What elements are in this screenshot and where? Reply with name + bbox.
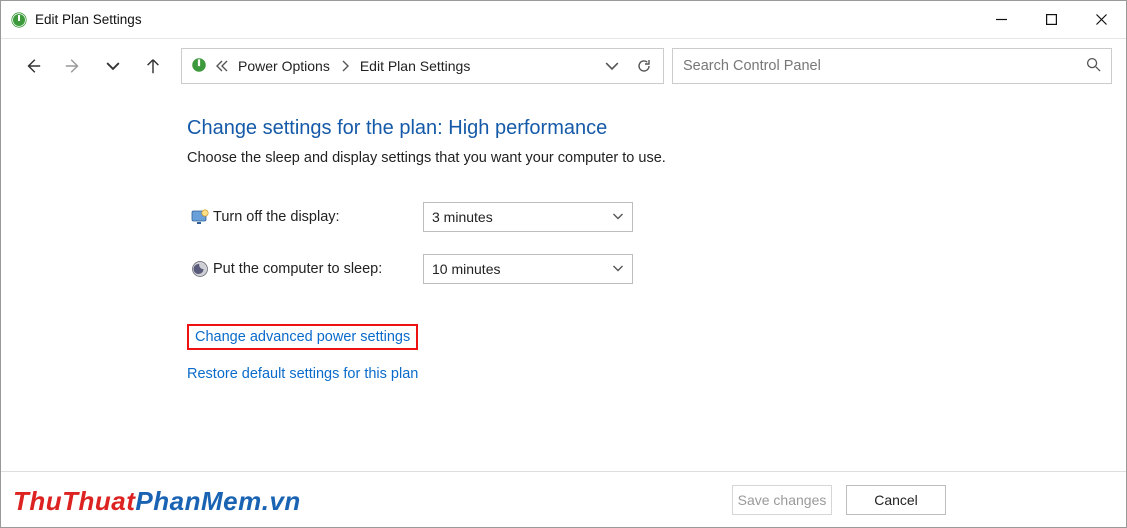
display-off-select[interactable]: 3 minutes [423, 202, 633, 232]
content-area: Change settings for the plan: High perfo… [1, 93, 1126, 382]
sleep-icon [187, 260, 213, 278]
sleep-value: 10 minutes [432, 261, 500, 277]
display-off-label: Turn off the display: [213, 209, 423, 225]
settings-grid: Turn off the display: 3 minutes Put the … [187, 202, 1126, 284]
search-icon [1086, 57, 1101, 76]
address-dropdown-icon[interactable] [599, 59, 625, 73]
chevron-down-icon [612, 209, 624, 225]
maximize-button[interactable] [1026, 1, 1076, 38]
back-button[interactable] [23, 56, 43, 76]
save-button: Save changes [732, 485, 832, 515]
up-button[interactable] [143, 56, 163, 76]
window-title: Edit Plan Settings [35, 12, 976, 27]
display-icon [187, 207, 213, 227]
breadcrumb-overflow-icon[interactable] [214, 59, 228, 73]
window-controls [976, 1, 1126, 38]
search-placeholder: Search Control Panel [683, 58, 1078, 74]
breadcrumb-separator-icon[interactable] [340, 60, 350, 72]
titlebar: Edit Plan Settings [1, 1, 1126, 39]
control-panel-icon [190, 56, 208, 77]
link-list: Change advanced power settings Restore d… [187, 324, 1126, 382]
power-options-icon [11, 12, 27, 28]
address-bar[interactable]: Power Options Edit Plan Settings [181, 48, 664, 84]
cancel-button[interactable]: Cancel [846, 485, 946, 515]
recent-locations-button[interactable] [103, 56, 123, 76]
toolbar-row: Power Options Edit Plan Settings Search … [1, 39, 1126, 93]
sleep-select[interactable]: 10 minutes [423, 254, 633, 284]
watermark: ThuThuatPhanMem.vn [13, 486, 301, 517]
change-advanced-link[interactable]: Change advanced power settings [187, 324, 418, 350]
search-input[interactable]: Search Control Panel [672, 48, 1112, 84]
watermark-part1: ThuThuat [13, 486, 135, 516]
restore-defaults-link[interactable]: Restore default settings for this plan [187, 366, 418, 382]
breadcrumb-item-power-options[interactable]: Power Options [234, 56, 334, 76]
sleep-label: Put the computer to sleep: [213, 261, 423, 277]
watermark-part2: PhanMem.vn [135, 486, 300, 516]
display-off-value: 3 minutes [432, 209, 493, 225]
close-button[interactable] [1076, 1, 1126, 38]
page-title: Change settings for the plan: High perfo… [187, 117, 1126, 140]
breadcrumb-item-edit-plan[interactable]: Edit Plan Settings [356, 56, 475, 76]
refresh-button[interactable] [631, 58, 657, 74]
nav-buttons [15, 56, 173, 76]
minimize-button[interactable] [976, 1, 1026, 38]
chevron-down-icon [612, 261, 624, 277]
forward-button[interactable] [63, 56, 83, 76]
page-subtext: Choose the sleep and display settings th… [187, 150, 1126, 166]
